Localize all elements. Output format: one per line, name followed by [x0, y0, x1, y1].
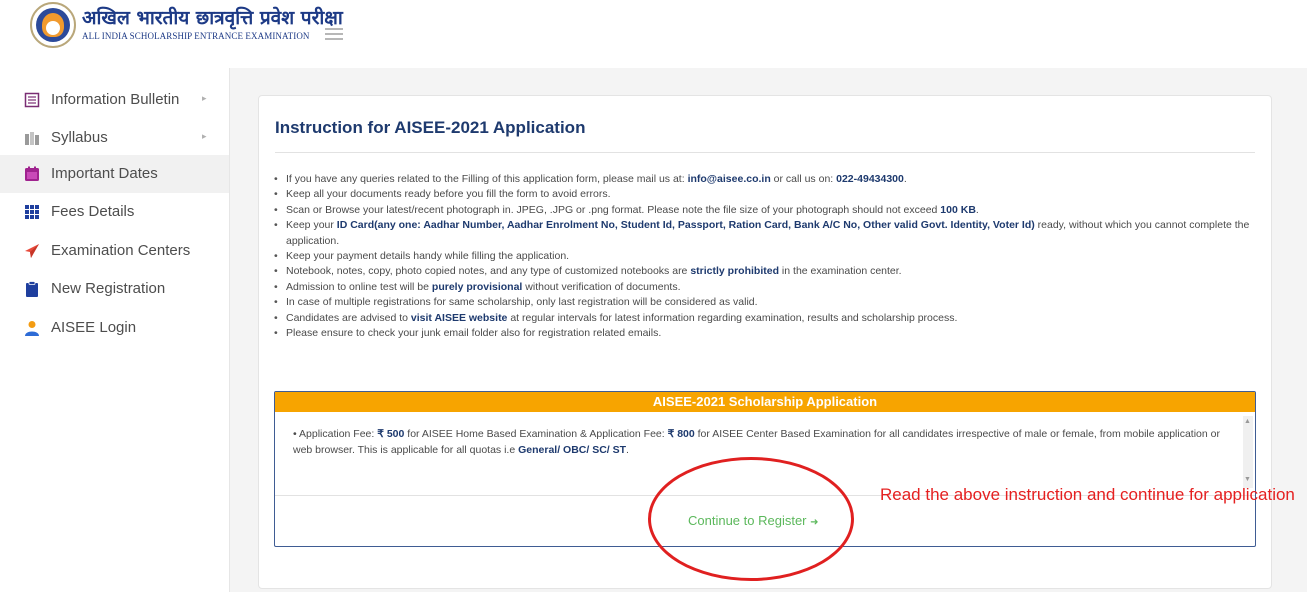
clipboard-icon	[26, 281, 38, 297]
main-content: Instruction for AISEE-2021 Application I…	[230, 68, 1307, 592]
chevron-right-icon: ▸	[202, 131, 207, 141]
list-item: Candidates are advised to visit AISEE we…	[273, 311, 1258, 327]
page-title: Instruction for AISEE-2021 Application	[275, 118, 586, 137]
annotation-text: Read the above instruction and continue …	[880, 485, 1295, 504]
sidebar-item-examination-centers[interactable]: Examination Centers	[0, 232, 229, 270]
instruction-card: Instruction for AISEE-2021 Application I…	[258, 95, 1272, 589]
list-item: Keep all your documents ready before you…	[273, 187, 1258, 203]
sidebar-item-label: Fees Details	[51, 203, 135, 220]
scrollbar[interactable]: ▲ ▼	[1243, 416, 1253, 488]
sidebar-item-label: New Registration	[51, 280, 166, 297]
scroll-down-icon[interactable]: ▼	[1244, 476, 1251, 483]
sidebar-item-information-bulletin[interactable]: Information Bulletin ▸	[0, 81, 229, 119]
support-email-link[interactable]: info@aisee.co.in	[688, 173, 771, 185]
sidebar-item-label: AISEE Login	[51, 319, 137, 336]
scroll-up-icon[interactable]: ▲	[1244, 418, 1251, 425]
application-fee-text: • Application Fee: ₹ 500 for AISEE Home …	[293, 428, 1220, 456]
list-item: In case of multiple registrations for sa…	[273, 295, 1258, 311]
grid-icon	[25, 205, 39, 219]
aisee-website-link[interactable]: visit AISEE website	[411, 312, 507, 324]
sidebar-item-label: Examination Centers	[51, 242, 191, 259]
list-item: Scan or Browse your latest/recent photog…	[273, 203, 1258, 219]
list-item: If you have any queries related to the F…	[273, 172, 1258, 188]
sidebar-item-label: Information Bulletin	[51, 91, 180, 108]
sidebar-item-label: Important Dates	[51, 165, 158, 182]
scholarship-application-panel: AISEE-2021 Scholarship Application • App…	[274, 391, 1256, 547]
list-item: Please ensure to check your junk email f…	[273, 326, 1258, 342]
list-item: Keep your ID Card(any one: Aadhar Number…	[273, 218, 1258, 249]
hamburger-icon[interactable]	[325, 28, 343, 40]
arrow-right-icon: ➜	[810, 517, 819, 528]
sidebar-item-new-registration[interactable]: New Registration	[0, 270, 229, 308]
title-divider	[275, 152, 1255, 153]
header: अखिल भारतीय छात्रवृत्ति प्रवेश परीक्षा A…	[0, 0, 1307, 69]
sidebar-item-important-dates[interactable]: Important Dates	[0, 155, 229, 193]
paper-plane-icon	[25, 244, 39, 258]
bulletin-icon	[24, 92, 40, 108]
user-icon	[25, 321, 39, 336]
calendar-icon	[25, 166, 39, 181]
sidebar-item-syllabus[interactable]: Syllabus ▸	[0, 119, 229, 157]
sidebar-item-fees-details[interactable]: Fees Details	[0, 193, 229, 231]
brand-title-hindi: अखिल भारतीय छात्रवृत्ति प्रवेश परीक्षा	[82, 7, 343, 29]
sidebar-item-label: Syllabus	[51, 129, 108, 146]
sidebar: Information Bulletin ▸ Syllabus ▸ Import…	[0, 68, 230, 592]
chevron-right-icon: ▸	[202, 93, 207, 103]
instruction-list: If you have any queries related to the F…	[273, 172, 1258, 342]
brand-title-english: ALL INDIA SCHOLARSHIP ENTRANCE EXAMINATI…	[82, 31, 310, 41]
books-icon	[25, 132, 39, 145]
support-phone: 022-49434300	[836, 173, 904, 185]
list-item: Keep your payment details handy while fi…	[273, 249, 1258, 265]
application-heading: AISEE-2021 Scholarship Application	[275, 392, 1255, 412]
continue-to-register-button[interactable]: Continue to Register ➜	[688, 513, 819, 528]
list-item: Admission to online test will be purely …	[273, 280, 1258, 296]
aisee-logo[interactable]	[30, 2, 76, 48]
sidebar-item-aisee-login[interactable]: AISEE Login	[0, 309, 229, 347]
list-item: Notebook, notes, copy, photo copied note…	[273, 264, 1258, 280]
